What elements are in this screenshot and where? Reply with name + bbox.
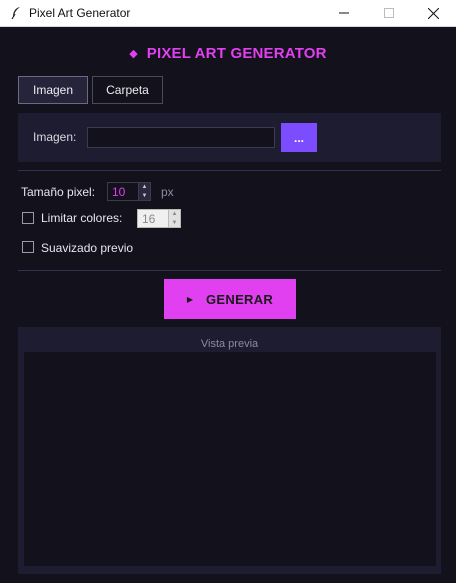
play-icon: ▶ [186, 294, 194, 304]
chevron-up-icon: ▲ [141, 184, 148, 191]
close-icon [428, 7, 439, 19]
maximize-button[interactable] [366, 0, 411, 26]
browse-button-label: ... [293, 130, 304, 145]
chevron-down-icon: ▼ [141, 192, 148, 199]
tab-carpeta-label: Carpeta [106, 83, 149, 97]
pixel-size-unit: px [161, 185, 174, 199]
tab-carpeta[interactable]: Carpeta [92, 76, 163, 104]
pixel-size-down-button[interactable]: ▼ [139, 191, 150, 200]
divider [18, 170, 441, 171]
pixel-size-value: 10 [112, 184, 126, 199]
pixel-size-spinbox[interactable]: 10 ▲ ▼ [107, 182, 151, 201]
smoothing-checkbox[interactable] [22, 241, 34, 253]
image-path-input[interactable] [87, 127, 275, 148]
browse-button[interactable]: ... [281, 123, 317, 152]
preview-canvas [24, 352, 436, 566]
window-title: Pixel Art Generator [29, 6, 131, 20]
minimize-icon [338, 12, 349, 14]
tab-imagen[interactable]: Imagen [18, 76, 88, 104]
pixel-size-up-button[interactable]: ▲ [139, 183, 150, 192]
pixel-size-arrows: ▲ ▼ [138, 183, 150, 200]
preview-panel: Vista previa [18, 327, 441, 574]
limit-colors-value: 16 [142, 211, 156, 226]
pixel-size-label: Tamaño pixel: [21, 185, 96, 199]
app-header: ◆ PIXEL ART GENERATOR [0, 44, 456, 62]
image-path-label: Imagen: [33, 130, 77, 144]
generate-button-label: GENERAR [206, 291, 274, 307]
chevron-up-icon: ▲ [171, 211, 178, 218]
diamond-icon: ◆ [129, 47, 138, 60]
generate-button[interactable]: ▶ GENERAR [164, 279, 296, 319]
limit-colors-arrows: ▲ ▼ [168, 210, 180, 227]
limit-colors-up-button[interactable]: ▲ [169, 210, 180, 219]
divider [18, 270, 441, 271]
close-button[interactable] [411, 0, 456, 26]
window-titlebar: Pixel Art Generator [0, 0, 456, 27]
feather-icon [8, 5, 24, 21]
minimize-button[interactable] [321, 0, 366, 26]
preview-title: Vista previa [200, 338, 259, 350]
limit-colors-spinbox[interactable]: 16 ▲ ▼ [137, 209, 181, 228]
maximize-icon [383, 8, 394, 18]
limit-colors-checkbox[interactable] [22, 212, 34, 224]
app-title: PIXEL ART GENERATOR [146, 44, 327, 62]
chevron-down-icon: ▼ [171, 219, 178, 226]
limit-colors-down-button[interactable]: ▼ [169, 218, 180, 227]
limit-colors-label: Limitar colores: [41, 211, 123, 225]
tab-imagen-label: Imagen [32, 83, 74, 97]
file-picker-panel: Imagen: ... [18, 113, 441, 162]
window-controls [321, 0, 456, 26]
smoothing-label: Suavizado previo [41, 241, 134, 255]
